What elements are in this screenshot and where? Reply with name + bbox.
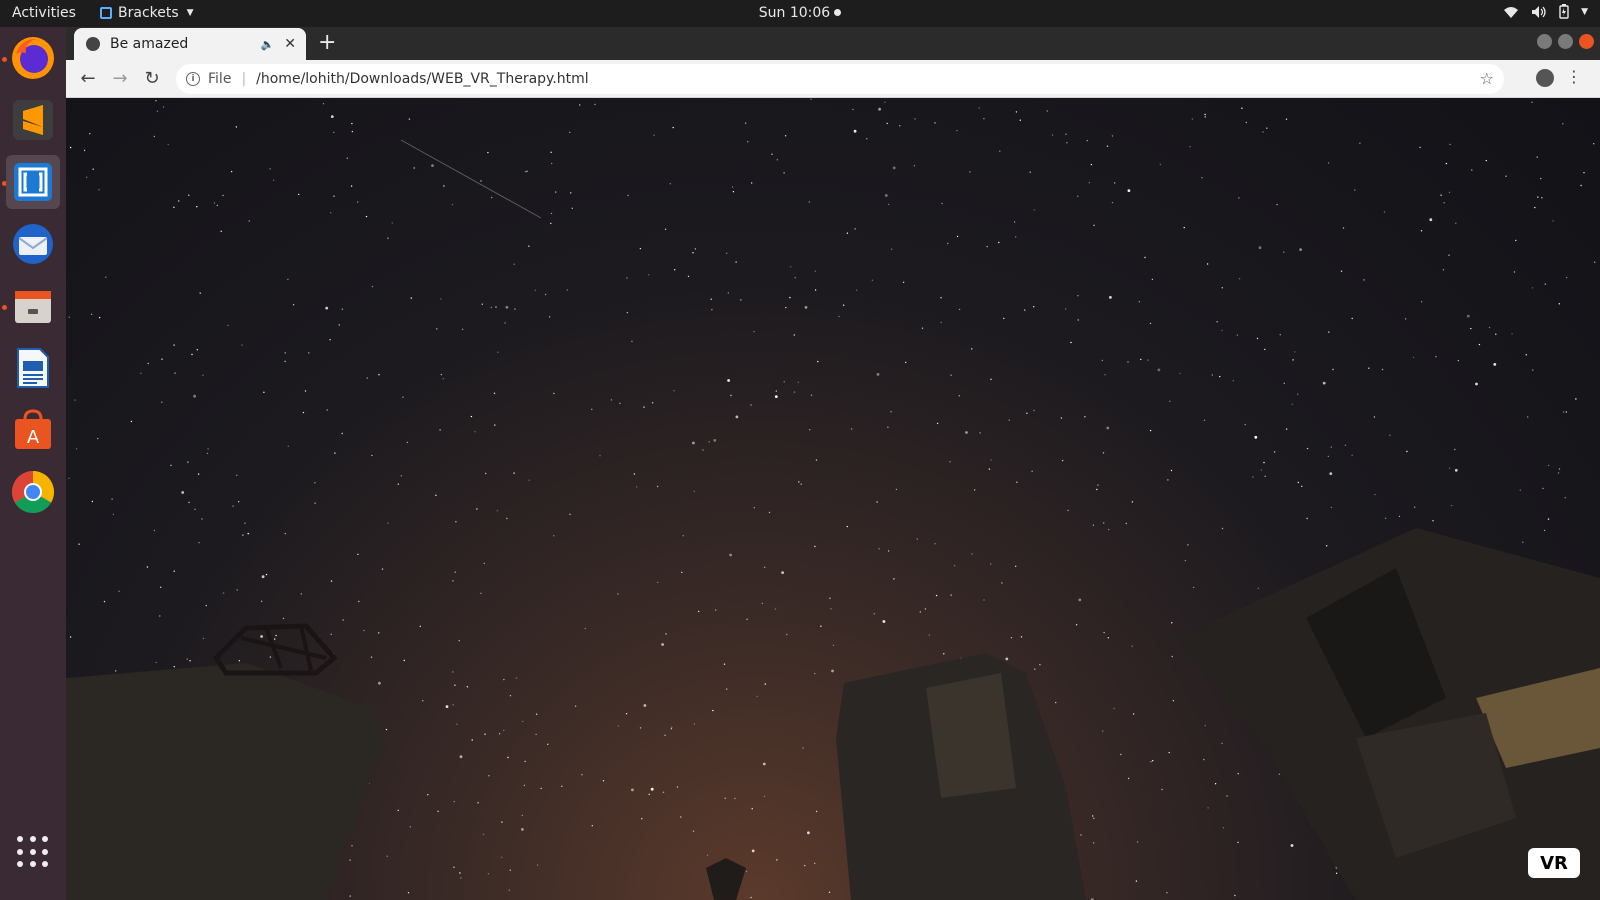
dock-item-brackets[interactable] <box>6 155 60 209</box>
thunderbird-icon <box>13 224 53 264</box>
dock-item-ubuntu-software[interactable]: A <box>6 403 60 457</box>
firefox-icon <box>12 37 54 79</box>
volume-icon <box>1532 5 1546 18</box>
tab-close-icon[interactable]: ✕ <box>284 36 296 52</box>
bookmark-star-icon[interactable]: ☆ <box>1480 69 1494 88</box>
address-scheme: File <box>208 71 232 87</box>
grid-dot <box>42 848 49 855</box>
dock: A <box>0 27 66 900</box>
notification-dot-icon <box>834 9 842 16</box>
close-window-button[interactable] <box>1579 34 1594 49</box>
vr-scene[interactable]: VR <box>66 98 1600 900</box>
brackets-icon <box>14 163 52 201</box>
svg-text:A: A <box>27 427 40 448</box>
grid-dot <box>29 848 36 855</box>
grid-dot <box>42 861 49 868</box>
reload-button[interactable]: ↻ <box>136 68 168 89</box>
grid-dot <box>17 848 23 855</box>
grid-dot <box>29 861 36 868</box>
new-tab-button[interactable]: + <box>318 31 336 55</box>
files-icon <box>15 291 51 323</box>
dock-item-thunderbird[interactable] <box>6 217 60 271</box>
browser-toolbar: ← → ↻ i File | /home/lohith/Downloads/WE… <box>66 60 1600 98</box>
clock-label: Sun 10:06 <box>758 5 831 21</box>
browser-menu-icon[interactable]: ⋮ <box>1566 68 1582 86</box>
address-url[interactable]: /home/lohith/Downloads/WEB_VR_Therapy.ht… <box>256 71 589 87</box>
clock[interactable]: Sun 10:06 <box>0 5 1600 21</box>
dock-item-firefox[interactable] <box>6 31 60 85</box>
dock-item-writer[interactable] <box>6 341 60 395</box>
grid-dot <box>29 836 36 842</box>
grid-dot <box>17 836 23 842</box>
back-button[interactable]: ← <box>72 68 104 89</box>
dock-item-sublime-text[interactable] <box>6 93 60 147</box>
writer-icon <box>17 348 49 388</box>
tab-strip: Be amazed 🔈 ✕ + <box>66 27 1600 60</box>
address-separator: | <box>241 71 247 87</box>
enter-vr-button[interactable]: VR <box>1528 848 1580 878</box>
observatory-silhouettes <box>66 528 1600 900</box>
tab-title: Be amazed <box>110 36 189 52</box>
window-controls <box>1537 34 1594 49</box>
tab-active[interactable]: Be amazed 🔈 ✕ <box>74 28 306 60</box>
dock-item-files[interactable] <box>6 279 60 333</box>
profile-avatar-icon[interactable] <box>1536 69 1554 87</box>
dock-item-chrome[interactable] <box>6 465 60 519</box>
info-icon[interactable]: i <box>186 72 200 86</box>
address-bar[interactable]: i File | /home/lohith/Downloads/WEB_VR_T… <box>176 64 1504 94</box>
chevron-down-icon: ▼ <box>1581 6 1588 17</box>
grid-dot <box>17 861 23 868</box>
minimize-button[interactable] <box>1537 34 1552 49</box>
top-bar: Activities Brackets ▼ Sun 10:06 ▼ <box>0 0 1600 27</box>
forward-button[interactable]: → <box>104 68 136 89</box>
software-center-icon: A <box>15 409 51 449</box>
audio-playing-icon[interactable]: 🔈 <box>261 38 275 51</box>
show-applications-button[interactable] <box>17 836 49 868</box>
wifi-icon <box>1504 6 1519 18</box>
maximize-button[interactable] <box>1558 34 1573 49</box>
chrome-icon <box>11 471 55 514</box>
grid-dot <box>42 836 49 842</box>
battery-icon <box>1559 4 1569 19</box>
sublime-text-icon <box>13 100 53 140</box>
globe-icon <box>86 37 100 51</box>
system-tray[interactable]: ▼ <box>1503 4 1588 19</box>
